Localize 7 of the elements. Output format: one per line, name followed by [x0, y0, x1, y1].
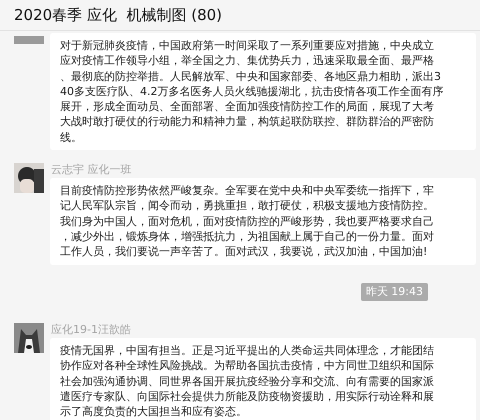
message-text: 疫情无国界，中国有担当。正是习近平提出的人类命运共同体理念，才能团结 协作应对各种全球性风险挑战。为帮助各国抗击疫情，中方同世卫组织和国际 社会加强沟通协调、同世界各国开展抗疫经验分享和交流、向有需要的国家派 遣医疗专家队、向国际社会提供力所能及防疫物资援助，用实际行动诠释和展 示了高度负责的大国担当和应有姿态。 — [60, 343, 434, 420]
sender-name: 应化19-1汪歆皓 — [51, 323, 132, 336]
window-title: 2020春季 应化 机械制图 (80) — [14, 4, 222, 26]
message-text: 目前疫情防控形势依然严峻复杂。全军要在党中央和中央军委统一指挥下，牢 记人民军队宗旨，闻令而动，勇挑重担，敢打硬仗，积极支援地方疫情防控。 我们身为中国人，面对危机，面对疫情防控的严峻形势，我也要严格要求自己 ，减少外出，锻炼身体，增强抵抗力，为祖国献上属于自己的一份力量。面对 工作人员，我们要说一声辛苦了。面对武汉，我要说，武汉加油，中国加油! — [60, 183, 434, 260]
sender-name: 云志宇 应化一班 — [51, 163, 132, 176]
timestamp: 昨天 19:43 — [360, 282, 428, 302]
message-text: 对于新冠肺炎疫情，中国政府第一时间采取了一系列重要应对措施，中央成立 应对疫情工作领导小组，举全国之力、集优势兵力，迅速采取最全面、最严格 、最彻底的防控举措。人民解放军、中央和国家部委、各地区鼎力相助，派出3 40多支医疗队、4.2万多名医务人员火线驰援湖北，抗击疫情各项工作全面有序 展开，形成全面动员、全面部署、全面加强疫情防控工作的局面，展现了大考 大战时敢打硬仗的行动能力和精神力量，构筑起联防联控、群防群治的严密防 线。 — [60, 38, 444, 146]
